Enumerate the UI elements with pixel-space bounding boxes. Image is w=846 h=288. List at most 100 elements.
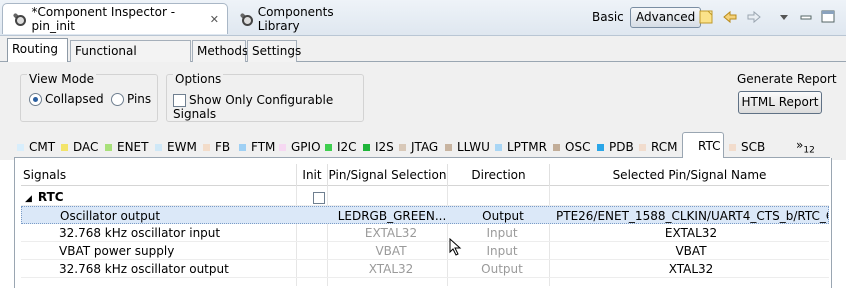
gpio-color-icon [279, 143, 286, 151]
component-inspector-icon [11, 11, 27, 27]
tab-rtc[interactable]: RTC [682, 132, 724, 159]
options-title: Options [173, 72, 224, 86]
table-row[interactable]: 32.768 kHz oscillator input EXTAL32 Inpu… [21, 224, 829, 242]
back-arrow-icon[interactable] [722, 9, 738, 25]
tab-enet[interactable]: ENET [102, 136, 148, 158]
advanced-mode-button[interactable]: Advanced [630, 7, 702, 28]
tab-dac-label: DAC [73, 140, 99, 154]
tab-i2s-label: I2S [375, 140, 394, 154]
col-signals-header[interactable]: Signals [21, 164, 296, 186]
tab-fb[interactable]: FB [200, 136, 230, 158]
tab-i2s[interactable]: I2S [360, 136, 394, 158]
signal-name: 32.768 kHz oscillator input [59, 226, 221, 240]
init-checkbox-cell [303, 188, 334, 206]
forward-arrow-icon[interactable] [746, 9, 762, 25]
ewm-color-icon [155, 143, 162, 151]
direction[interactable]: Input [451, 242, 553, 260]
tab-osc[interactable]: OSC [550, 136, 590, 158]
direction[interactable]: Input [451, 224, 553, 242]
direction[interactable]: Output [451, 260, 553, 278]
show-configurable-checkbox[interactable]: Show Only Configurable Signals [173, 93, 363, 121]
radio-collapsed-label: Collapsed [45, 92, 104, 106]
tab-rcm-label: RCM [651, 140, 678, 154]
table-header: Signals Init Pin/Signal Selection Direct… [21, 164, 829, 186]
col-pin-name-header[interactable]: Selected Pin/Signal Name [549, 164, 829, 186]
rcm-color-icon [639, 143, 646, 151]
tab-i2c-label: I2C [337, 140, 357, 154]
cmt-color-icon [17, 143, 24, 151]
radio-collapsed-indicator[interactable] [29, 92, 42, 106]
collapse-triangle-icon[interactable]: ◢ [25, 194, 32, 204]
pin-selection[interactable]: XTAL32 [331, 260, 451, 278]
selected-pin-name: PTE26/ENET_1588_CLKIN/UART4_CTS_b/RTC_C.… [556, 209, 828, 223]
i2c-color-icon [325, 143, 332, 151]
note-icon[interactable] [698, 9, 714, 25]
editor-tab-bar: *Component Inspector - pin_init ✕ Compon… [0, 0, 846, 36]
tab-component-inspector[interactable]: *Component Inspector - pin_init ✕ [2, 3, 228, 34]
table-row[interactable]: 32.768 kHz oscillator output XTAL32 Outp… [21, 260, 829, 278]
tab-settings[interactable]: Settings [247, 40, 301, 62]
tab-components-library[interactable]: Components Library [230, 3, 370, 34]
tab-cmt-label: CMT [29, 140, 56, 154]
tab-functional-properties[interactable]: Functional Properties [70, 40, 191, 78]
tab-ewm[interactable]: EWM [152, 136, 197, 158]
tab-dac[interactable]: DAC [58, 136, 98, 158]
basic-mode-button[interactable]: Basic [592, 10, 624, 24]
table-row[interactable]: VBAT power supply VBAT Input VBAT [21, 242, 829, 260]
view-mode-group: View Mode Collapsed Pins [20, 72, 158, 122]
tab-components-library-label: Components Library [257, 4, 334, 33]
llwu-color-icon [445, 143, 452, 151]
radio-collapsed[interactable]: Collapsed [29, 92, 104, 106]
maximize-icon[interactable] [820, 9, 836, 25]
radio-pins[interactable]: Pins [111, 92, 151, 106]
more-tabs-button[interactable]: »12 [796, 138, 815, 155]
mouse-cursor-icon [449, 238, 462, 256]
tab-scb-label: SCB [741, 140, 766, 154]
tab-gpio[interactable]: GPIO [276, 136, 321, 158]
tab-rcm[interactable]: RCM [636, 136, 677, 158]
enet-color-icon [105, 143, 112, 151]
selected-pin-name: XTAL32 [668, 262, 714, 276]
tab-ewm-label: EWM [167, 140, 197, 154]
col-selection-header[interactable]: Pin/Signal Selection [327, 164, 447, 186]
signal-name: 32.768 kHz oscillator output [59, 262, 229, 276]
html-report-button[interactable]: HTML Report [738, 91, 822, 114]
view-menu-icon[interactable] [776, 9, 792, 25]
fb-color-icon [203, 143, 210, 151]
rtc-color-icon [686, 142, 693, 149]
scb-color-icon [729, 143, 736, 151]
view-mode-title: View Mode [27, 72, 96, 86]
tab-scb[interactable]: SCB [726, 136, 765, 158]
col-init-header[interactable]: Init [296, 164, 327, 186]
pin-selection[interactable]: LEDRGB_GREEN... [332, 207, 452, 225]
tab-component-inspector-label: *Component Inspector - pin_init [31, 5, 176, 33]
direction[interactable]: Output [452, 207, 554, 225]
selected-pin-name: EXTAL32 [664, 226, 718, 240]
pin-selection[interactable]: VBAT [331, 242, 451, 260]
tab-pdb[interactable]: PDB [594, 136, 634, 158]
tab-methods[interactable]: Methods [192, 40, 248, 62]
tab-i2c[interactable]: I2C [322, 136, 357, 158]
pin-selection[interactable]: EXTAL32 [331, 224, 451, 242]
tab-routing[interactable]: Routing [7, 38, 68, 63]
radio-pins-label: Pins [127, 92, 152, 106]
minimize-icon[interactable] [798, 9, 814, 25]
init-checkbox[interactable] [312, 191, 325, 204]
components-library-icon [238, 11, 253, 27]
tab-cmt[interactable]: CMT [14, 136, 55, 158]
options-area: View Mode Collapsed Pins Options Show On… [0, 62, 846, 126]
tab-fb-label: FB [215, 140, 231, 154]
show-configurable-checkbox-box[interactable] [173, 93, 186, 107]
group-label: ◢ RTC [25, 188, 295, 206]
col-direction-header[interactable]: Direction [447, 164, 549, 186]
table-row[interactable]: Oscillator output LEDRGB_GREEN... Output… [21, 206, 829, 224]
tab-jtag[interactable]: JTAG [396, 136, 438, 158]
radio-pins-indicator[interactable] [111, 92, 124, 106]
tab-lptmr[interactable]: LPTMR [492, 136, 547, 158]
tab-llwu[interactable]: LLWU [442, 136, 490, 158]
tab-ftm[interactable]: FTM [236, 136, 275, 158]
tab-rtc-label: RTC [698, 138, 721, 153]
group-row-rtc[interactable]: ◢ RTC [21, 188, 829, 206]
close-icon[interactable]: ✕ [210, 13, 219, 26]
tab-enet-label: ENET [117, 140, 149, 154]
